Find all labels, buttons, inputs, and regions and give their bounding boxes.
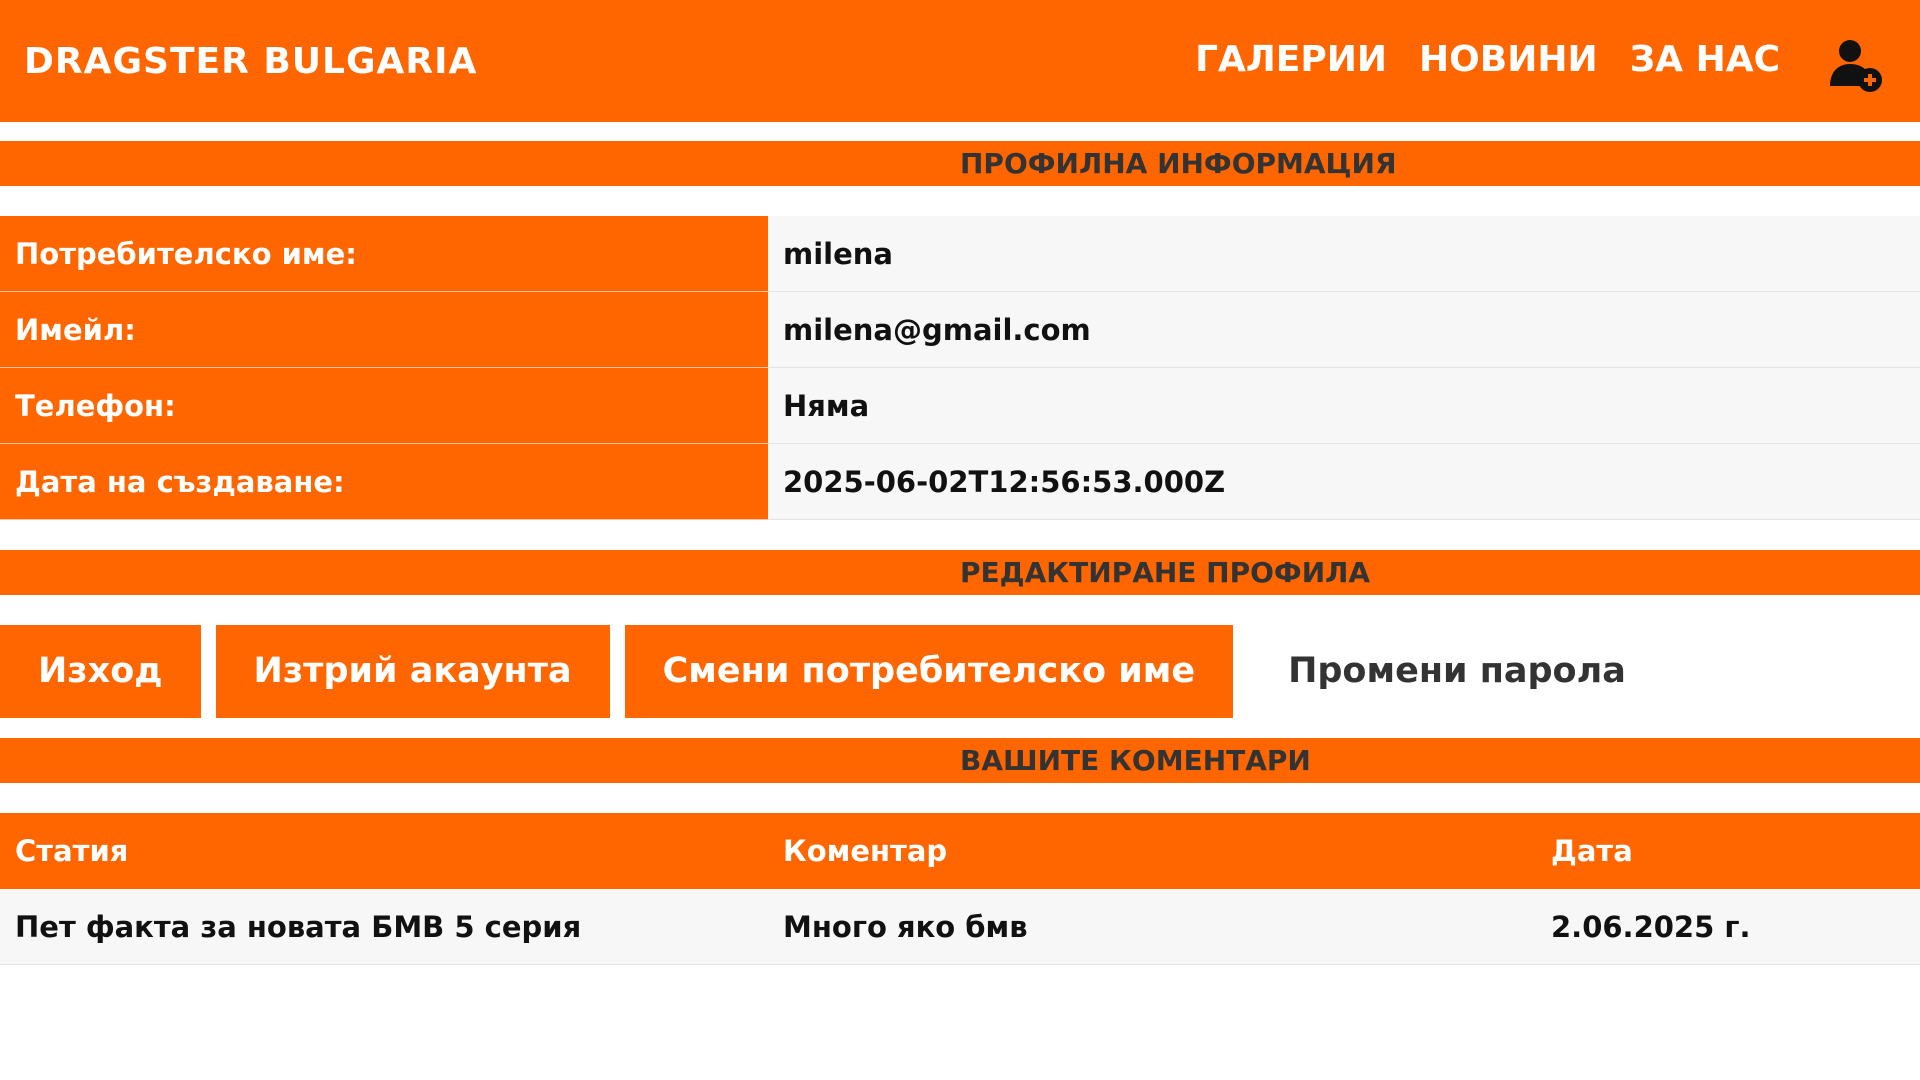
- info-row-email: Имейл: milena@gmail.com: [0, 292, 1920, 368]
- main-nav: ГАЛЕРИИ НОВИНИ ЗА НАС: [1195, 38, 1780, 82]
- comments-section-header: ВАШИТЕ КОМЕНТАРИ: [0, 738, 1920, 783]
- table-row: Пет факта за новата БМВ 5 серия Много як…: [0, 889, 1920, 965]
- table-header-row: Статия Коментар Дата: [0, 813, 1920, 889]
- info-row-phone: Телефон: Няма: [0, 368, 1920, 444]
- change-password-button[interactable]: Промени парола: [1248, 625, 1666, 718]
- column-header-date: Дата: [1551, 834, 1633, 868]
- info-label: Имейл:: [0, 292, 768, 368]
- comments-table: Статия Коментар Дата Пет факта за новата…: [0, 813, 1920, 965]
- info-row-username: Потребителско име: milena: [0, 216, 1920, 292]
- nav-link-galleries[interactable]: ГАЛЕРИИ: [1195, 38, 1387, 82]
- delete-account-button[interactable]: Изтрий акаунта: [215, 625, 610, 718]
- comment-article-cell[interactable]: Пет факта за новата БМВ 5 серия: [0, 889, 768, 964]
- column-header-article: Статия: [15, 834, 129, 868]
- profile-actions: Изход Изтрий акаунта Смени потребителско…: [0, 625, 1666, 718]
- profile-section-header: ПРОФИЛНА ИНФОРМАЦИЯ: [0, 141, 1920, 186]
- profile-section-title: ПРОФИЛНА ИНФОРМАЦИЯ: [960, 147, 1397, 180]
- info-label: Телефон:: [0, 368, 768, 444]
- nav-link-about[interactable]: ЗА НАС: [1630, 38, 1780, 82]
- edit-section-header: РЕДАКТИРАНЕ ПРОФИЛА: [0, 550, 1920, 595]
- comments-section-title: ВАШИТЕ КОМЕНТАРИ: [960, 744, 1311, 777]
- column-header-comment: Коментар: [783, 834, 948, 868]
- info-row-created: Дата на създаване: 2025-06-02T12:56:53.0…: [0, 444, 1920, 520]
- comment-date-cell: 2.06.2025 г.: [1551, 910, 1751, 944]
- profile-info-table: Потребителско име: milena Имейл: milena@…: [0, 216, 1920, 520]
- nav-link-news[interactable]: НОВИНИ: [1419, 38, 1598, 82]
- info-value: Няма: [768, 368, 1920, 444]
- info-value: milena@gmail.com: [768, 292, 1920, 368]
- info-label: Потребителско име:: [0, 216, 768, 292]
- info-label: Дата на създаване:: [0, 444, 768, 520]
- info-value: 2025-06-02T12:56:53.000Z: [768, 444, 1920, 520]
- logout-button[interactable]: Изход: [0, 625, 201, 718]
- change-username-button[interactable]: Смени потребителско име: [624, 625, 1234, 718]
- user-plus-icon[interactable]: [1826, 36, 1888, 98]
- edit-section-title: РЕДАКТИРАНЕ ПРОФИЛА: [960, 556, 1371, 589]
- info-value: milena: [768, 216, 1920, 292]
- comment-text-cell: Много яко бмв: [783, 910, 1028, 944]
- brand-logo[interactable]: DRAGSTER BULGARIA: [24, 40, 477, 84]
- top-navbar: DRAGSTER BULGARIA ГАЛЕРИИ НОВИНИ ЗА НАС: [0, 0, 1920, 122]
